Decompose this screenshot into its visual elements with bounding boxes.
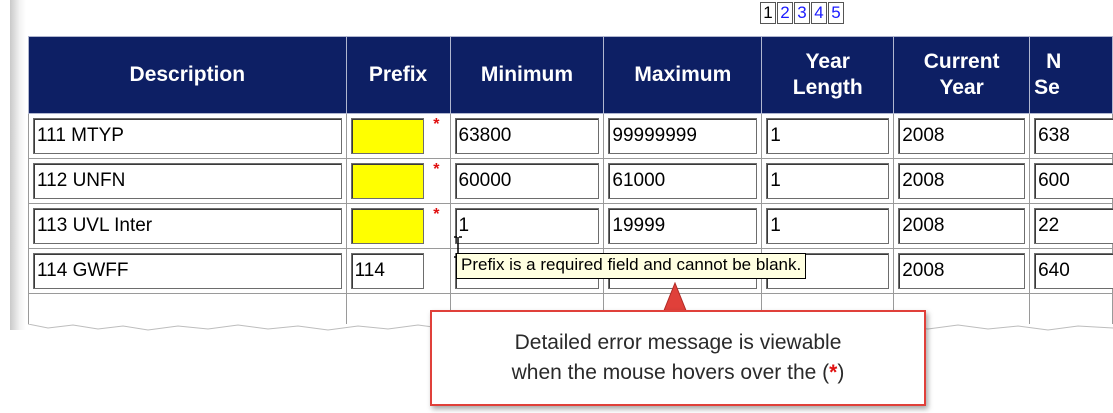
description-field[interactable]: 113 UVL Inter [33,208,342,244]
page-link-3[interactable]: 3 [794,2,810,24]
maximum-field[interactable]: 61000 [608,163,758,199]
next-seq-field[interactable]: 638 [1034,118,1113,154]
col-header-current-year-l2: Year [939,76,984,99]
required-marker[interactable]: * [433,161,439,179]
description-field[interactable]: 112 UNFN [33,163,342,199]
year-length-field[interactable]: 1 [766,163,890,199]
page-link-1[interactable]: 1 [760,2,776,24]
prefix-field[interactable]: 114 [350,253,424,289]
col-header-next-seq[interactable]: N Se [1029,36,1113,114]
page-link-4[interactable]: 4 [811,2,827,24]
col-header-prefix[interactable]: Prefix [345,36,451,114]
description-field[interactable]: 111 MTYP [33,118,342,154]
next-seq-field[interactable]: 600 [1034,163,1113,199]
table-row: 113 UVL Inter * 1 19999 1 2008 22 [28,203,1113,249]
current-year-field[interactable]: 2008 [898,163,1026,199]
sequence-grid: Description Prefix Minimum Maximum Year … [28,36,1113,336]
prefix-field[interactable] [350,208,424,244]
col-header-description[interactable]: Description [28,36,347,114]
sequence-table: Description Prefix Minimum Maximum Year … [28,36,1113,336]
required-marker[interactable]: * [433,116,439,134]
year-length-field[interactable]: 1 [766,208,890,244]
col-header-maximum[interactable]: Maximum [603,36,763,114]
callout-line-2-post: ) [837,361,845,384]
minimum-field[interactable]: 1 [454,208,600,244]
prefix-field[interactable] [350,118,424,154]
page-link-5[interactable]: 5 [828,2,844,24]
current-year-field[interactable]: 2008 [898,208,1026,244]
required-marker[interactable]: * [433,206,439,224]
col-header-minimum[interactable]: Minimum [449,36,605,114]
col-header-next-seq-l2: Se [1034,76,1060,99]
minimum-field[interactable]: 60000 [454,163,600,199]
col-header-year-length-l2: Length [792,76,863,99]
callout-line-2-pre: when the mouse hovers over the ( [511,361,830,384]
next-seq-field[interactable]: 22 [1034,208,1113,244]
col-header-current-year[interactable]: Current Year [893,36,1031,114]
next-seq-field[interactable]: 640 [1034,253,1113,289]
callout-line-1: Detailed error message is viewable [514,331,842,354]
callout-text: Detailed error message is viewable when … [432,328,924,388]
pagination: 1 2 3 4 5 [760,2,844,24]
minimum-field[interactable]: 63800 [454,118,600,154]
annotation-callout: Detailed error message is viewable when … [430,310,926,406]
current-year-field[interactable]: 2008 [898,253,1026,289]
col-header-current-year-l1: Current [923,50,1000,73]
prefix-field[interactable] [350,163,424,199]
description-field[interactable]: 114 GWFF [33,253,342,289]
maximum-field[interactable]: 99999999 [608,118,758,154]
table-row: 112 UNFN * 60000 61000 1 2008 600 [28,158,1113,204]
page-link-2[interactable]: 2 [777,2,793,24]
error-tooltip: Prefix is a required field and cannot be… [456,253,807,279]
col-header-year-length[interactable]: Year Length [761,36,895,114]
current-year-field[interactable]: 2008 [898,118,1026,154]
col-header-next-seq-l1: N [1046,50,1062,73]
maximum-field[interactable]: 19999 [608,208,758,244]
page-frame-edge [10,0,26,330]
header-row: Description Prefix Minimum Maximum Year … [28,36,1113,114]
col-header-year-length-l1: Year [805,50,850,73]
table-row: 111 MTYP * 63800 99999999 1 2008 638 [28,113,1113,159]
year-length-field[interactable]: 1 [766,118,890,154]
